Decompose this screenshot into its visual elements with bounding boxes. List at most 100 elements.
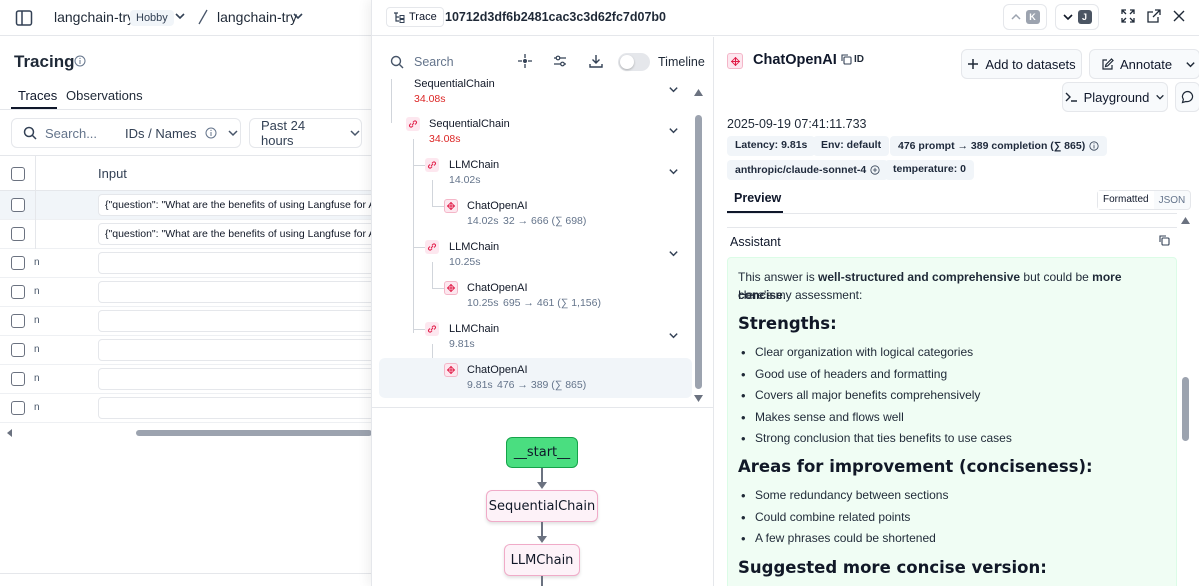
graph-node-sequentialchain[interactable]: SequentialChain <box>486 490 598 522</box>
next-trace-button[interactable]: J <box>1055 4 1099 30</box>
search-scope[interactable]: IDs / Names <box>125 126 197 141</box>
scroll-up-icon[interactable] <box>694 89 703 96</box>
table-row[interactable]: {"question": "What are the benefits of u… <box>0 220 388 249</box>
input-cell[interactable] <box>98 368 388 390</box>
chevron-down-icon[interactable] <box>668 84 679 95</box>
annotate-dropdown[interactable] <box>1181 49 1199 79</box>
format-toggle[interactable]: Formatted JSON <box>1097 190 1192 210</box>
playground-button[interactable]: Playground <box>1062 82 1168 112</box>
chevron-down-icon <box>1156 94 1165 100</box>
search-input[interactable]: Search... <box>45 126 117 141</box>
list-item: Some redundancy between sections <box>738 485 948 507</box>
previous-trace-button[interactable]: K <box>1003 4 1047 30</box>
input-cell[interactable]: {"question": "What are the benefits of u… <box>98 223 388 245</box>
input-cell[interactable]: {"question": "What are the benefits of u… <box>98 194 388 216</box>
input-cell[interactable] <box>98 310 388 332</box>
tab-preview[interactable]: Preview <box>734 191 781 205</box>
chevron-down-icon[interactable] <box>668 248 679 259</box>
scroll-left-icon[interactable] <box>6 429 14 437</box>
column-input[interactable]: Input <box>98 166 127 181</box>
node-name: LLMChain <box>449 159 500 171</box>
annotate-button[interactable]: Annotate <box>1089 49 1189 79</box>
tree-node[interactable]: ChatOpenAI 10.25s 695 → 461 (∑ 1,156) <box>444 279 696 313</box>
table-row[interactable]: n <box>0 394 388 423</box>
heading-strengths: Strengths: <box>738 314 837 333</box>
close-icon[interactable] <box>1173 10 1185 22</box>
observation-title: ChatOpenAI <box>753 52 837 68</box>
project-name[interactable]: langchain-try <box>54 9 134 25</box>
tree-node[interactable]: ChatOpenAI 14.02s 32 → 666 (∑ 698) <box>444 197 696 231</box>
model-badge[interactable]: anthropic/claude-sonnet-4 <box>727 160 889 180</box>
chevron-down-icon[interactable] <box>174 10 186 22</box>
sidebar-toggle-icon[interactable] <box>14 8 34 28</box>
message-intro-line2: Here's my assessment: <box>738 288 863 302</box>
tree-node[interactable]: SequentialChain 34.08s <box>406 115 696 149</box>
row-checkbox[interactable] <box>11 198 25 212</box>
expand-icon[interactable] <box>1121 9 1135 23</box>
row-checkbox[interactable] <box>11 227 25 241</box>
table-row[interactable]: n <box>0 336 388 365</box>
edit-icon <box>1102 57 1114 70</box>
horizontal-scrollbar[interactable] <box>136 430 372 436</box>
row-checkbox[interactable] <box>11 343 25 357</box>
format-formatted[interactable]: Formatted <box>1098 191 1154 209</box>
tree-search-input[interactable]: Search <box>414 55 454 69</box>
add-to-datasets-button[interactable]: Add to datasets <box>961 49 1082 79</box>
search-bar[interactable]: Search... IDs / Names <box>11 118 241 148</box>
generation-icon <box>444 363 458 377</box>
node-duration: 14.02s <box>449 174 481 186</box>
trace-label: Trace <box>409 11 437 23</box>
table-row[interactable]: n <box>0 307 388 336</box>
input-cell[interactable] <box>98 252 388 274</box>
open-in-new-icon[interactable] <box>1147 9 1161 23</box>
select-all-checkbox[interactable] <box>11 167 25 181</box>
graph-node-llmchain[interactable]: LLMChain <box>504 544 580 576</box>
chevron-down-icon[interactable] <box>668 125 679 136</box>
tab-traces[interactable]: Traces <box>18 88 57 103</box>
graph-node-start[interactable]: __start__ <box>506 437 578 468</box>
settings-sliders-icon[interactable] <box>553 54 567 68</box>
input-cell[interactable] <box>98 281 388 303</box>
chevron-down-icon[interactable] <box>668 166 679 177</box>
focus-icon[interactable] <box>518 54 532 68</box>
timeline-toggle[interactable] <box>618 53 650 71</box>
row-cell-fragment: n <box>34 257 40 268</box>
scroll-down-icon[interactable] <box>694 395 703 402</box>
time-range-select[interactable]: Past 24 hours <box>249 118 362 148</box>
tree-node[interactable]: LLMChain 9.81s <box>425 320 696 354</box>
scroll-up-icon[interactable] <box>1181 217 1190 224</box>
node-duration: 34.08s <box>414 93 446 105</box>
input-cell[interactable] <box>98 339 388 361</box>
tree-node[interactable]: SequentialChain 34.08s <box>386 74 696 108</box>
list-item: Makes sense and flows well <box>738 407 1012 429</box>
info-icon[interactable] <box>74 55 86 67</box>
tree-node[interactable]: LLMChain 14.02s <box>425 156 696 190</box>
copy-icon[interactable] <box>841 54 852 65</box>
copy-id-label[interactable]: ID <box>854 54 864 65</box>
table-row[interactable]: n <box>0 278 388 307</box>
tree-node-selected[interactable]: ChatOpenAI 9.81s 476 → 389 (∑ 865) <box>379 358 692 398</box>
format-json[interactable]: JSON <box>1154 195 1191 206</box>
node-name: LLMChain <box>449 323 500 335</box>
table-row[interactable]: n <box>0 365 388 394</box>
tab-observations[interactable]: Observations <box>66 88 143 103</box>
generation-icon <box>444 199 458 213</box>
chevron-down-icon[interactable] <box>292 10 304 22</box>
chevron-down-icon[interactable] <box>668 330 679 341</box>
row-checkbox[interactable] <box>11 372 25 386</box>
download-icon[interactable] <box>589 54 603 68</box>
input-cell[interactable] <box>98 397 388 419</box>
row-checkbox[interactable] <box>11 314 25 328</box>
dataset-name[interactable]: langchain-try <box>217 9 297 25</box>
comment-button[interactable] <box>1175 82 1199 112</box>
row-checkbox[interactable] <box>11 401 25 415</box>
message-content: This answer is well-structured and compr… <box>727 257 1177 586</box>
table-row[interactable]: n <box>0 249 388 278</box>
tree-node[interactable]: LLMChain 10.25s <box>425 238 696 272</box>
copy-icon[interactable] <box>1159 235 1170 246</box>
row-checkbox[interactable] <box>11 256 25 270</box>
table-row[interactable]: {"question": "What are the benefits of u… <box>0 191 388 220</box>
vertical-scrollbar[interactable] <box>1182 377 1189 441</box>
row-checkbox[interactable] <box>11 285 25 299</box>
vertical-scrollbar[interactable] <box>695 115 702 389</box>
